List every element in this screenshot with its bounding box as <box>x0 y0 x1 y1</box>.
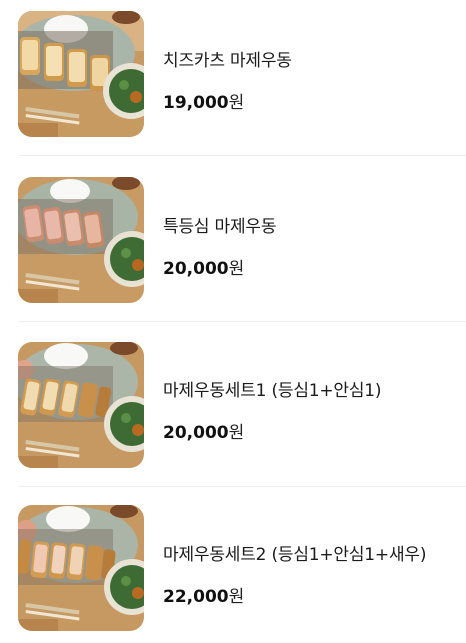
menu-item-name: 마제우동세트2 (등심1+안심1+새우) <box>163 545 427 565</box>
currency-unit: 원 <box>228 423 245 443</box>
menu-item-mazeudon-set-2[interactable]: 마제우동세트2 (등심1+안심1+새우) 22,000원 <box>0 495 466 643</box>
menu-item-price: 19,000 <box>163 93 229 113</box>
menu-item-price-row: 22,000원 <box>163 582 426 607</box>
menu-item-photo <box>18 177 144 303</box>
menu-item-price-row: 20,000원 <box>163 418 381 443</box>
menu-item-mazeudon-set-1[interactable]: 마제우동세트1 (등심1+안심1) 20,000원 <box>0 330 466 495</box>
menu-item-cheese-katsu-mazeudon[interactable]: 치즈카츠 마제우동 19,000원 <box>0 0 466 165</box>
menu-item-photo <box>18 505 144 631</box>
menu-item-name: 치즈카츠 마제우동 <box>163 51 292 71</box>
menu-item-price: 20,000 <box>163 423 229 443</box>
menu-item-price-row: 19,000원 <box>163 88 292 113</box>
menu-item-price: 20,000 <box>163 259 229 279</box>
currency-unit: 원 <box>228 587 245 607</box>
menu-item-price: 22,000 <box>163 587 229 607</box>
divider <box>18 321 466 322</box>
currency-unit: 원 <box>228 259 245 279</box>
menu-item-photo <box>18 342 144 468</box>
divider <box>18 486 466 487</box>
menu-list: 치즈카츠 마제우동 19,000원 특등심 마제우동 20,000원 마제우동세… <box>0 0 466 643</box>
menu-item-name: 특등심 마제우동 <box>163 217 277 237</box>
menu-item-name: 마제우동세트1 (등심1+안심1) <box>163 381 382 401</box>
menu-item-price-row: 20,000원 <box>163 254 276 279</box>
currency-unit: 원 <box>228 93 245 113</box>
menu-item-premium-loin-mazeudon[interactable]: 특등심 마제우동 20,000원 <box>0 165 466 330</box>
divider <box>18 155 466 156</box>
menu-item-photo <box>18 11 144 137</box>
